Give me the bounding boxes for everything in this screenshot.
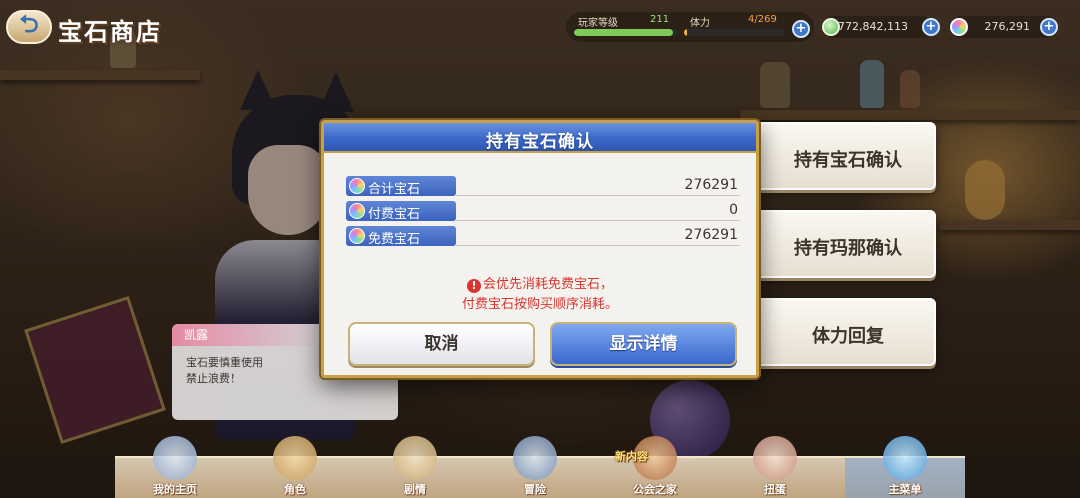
level-value: 211 xyxy=(650,14,670,25)
rainbow-gem-icon xyxy=(349,178,365,194)
check-mana-button[interactable]: 持有玛那确认 xyxy=(740,210,936,278)
nav-label: 冒险 xyxy=(524,483,546,496)
nav-character[interactable]: 角色 xyxy=(235,436,355,498)
player-stats-panel: 玩家等级 211 体力 4/269 xyxy=(566,12,814,42)
dialog-header: 持有宝石确认 xyxy=(324,123,756,153)
check-gems-button[interactable]: 持有宝石确认 xyxy=(740,122,936,190)
gacha-icon xyxy=(753,436,797,480)
gem-row-label: 合计宝石 xyxy=(368,182,421,197)
warning-line: 付费宝石按购买顺序消耗。 xyxy=(324,293,756,312)
nav-label: 公会之家 xyxy=(633,483,677,496)
back-button[interactable]: ⮌ xyxy=(6,10,52,44)
gem-row-label-box: 合计宝石 xyxy=(346,176,456,197)
total-gems-row: 合计宝石 276291 xyxy=(346,176,740,197)
warning-text: 付费宝石按购买顺序消耗。 xyxy=(461,297,618,312)
divider xyxy=(456,195,740,196)
nav-home[interactable]: 我的主页 xyxy=(115,436,235,498)
rainbow-gem-icon xyxy=(349,203,365,219)
stamina-progress-bar xyxy=(684,29,784,36)
show-details-button[interactable]: 显示详情 xyxy=(550,322,737,366)
dialog-title: 持有宝石确认 xyxy=(486,132,594,152)
page-title: 宝石商店 xyxy=(58,18,162,46)
side-menu-label: 持有玛那确认 xyxy=(794,238,902,259)
level-label: 玩家等级 xyxy=(578,18,618,29)
gem-row-value: 0 xyxy=(729,202,738,218)
stamina-value: 4/269 xyxy=(748,14,777,25)
gem-row-label: 付费宝石 xyxy=(368,207,421,222)
nav-label: 角色 xyxy=(284,483,306,496)
stamina-plus-button[interactable]: + xyxy=(792,20,810,38)
divider xyxy=(456,245,740,246)
divider xyxy=(456,220,740,221)
nav-label: 剧情 xyxy=(404,483,426,496)
stamina-recovery-button[interactable]: 体力回复 xyxy=(740,298,936,366)
speech-line: 禁止浪费！ xyxy=(186,372,241,385)
gem-confirm-dialog: 持有宝石确认 合计宝石 276291 付费宝石 0 免费宝石 276291 ! 会… xyxy=(321,120,759,378)
warning-text: 会优先消耗免费宝石， xyxy=(482,277,613,292)
nav-adventure[interactable]: 冒险 xyxy=(475,436,595,498)
gem-row-value: 276291 xyxy=(684,177,738,193)
nav-label: 我的主页 xyxy=(153,483,197,496)
bottom-navigation: 我的主页 角色 剧情 冒险 新内容 公会之家 扭蛋 主菜单 xyxy=(115,436,965,498)
rainbow-gem-icon xyxy=(349,228,365,244)
level-progress-bar xyxy=(574,29,678,36)
cancel-label: 取消 xyxy=(424,334,459,354)
speech-line: 宝石要慎重使用 xyxy=(186,356,263,369)
nav-gacha[interactable]: 扭蛋 xyxy=(715,436,835,498)
gem-row-label: 免费宝石 xyxy=(368,232,421,247)
nav-story[interactable]: 剧情 xyxy=(355,436,475,498)
nav-guild-house[interactable]: 新内容 公会之家 xyxy=(595,436,715,498)
side-menu-label: 体力回复 xyxy=(812,326,884,347)
adventure-sword-icon xyxy=(513,436,557,480)
warning-line: ! 会优先消耗免费宝石， xyxy=(324,273,756,293)
stamina-label: 体力 xyxy=(690,18,710,29)
character-icon xyxy=(273,436,317,480)
gem-plus-button[interactable]: + xyxy=(1040,18,1058,36)
gem-row-value: 276291 xyxy=(684,227,738,243)
side-menu-label: 持有宝石确认 xyxy=(794,150,902,171)
gem-value: 276,291 xyxy=(984,20,1031,33)
rainbow-gem-icon xyxy=(950,18,968,36)
speaker-name: 凯露 xyxy=(172,324,322,346)
show-details-label: 显示详情 xyxy=(609,334,678,354)
back-arrow-icon: ⮌ xyxy=(19,9,39,38)
main-menu-icon xyxy=(883,436,927,480)
paid-gems-row: 付费宝石 0 xyxy=(346,201,740,222)
mana-plus-button[interactable]: + xyxy=(922,18,940,36)
story-scroll-icon xyxy=(393,436,437,480)
gem-row-label-box: 免费宝石 xyxy=(346,226,456,247)
free-gems-row: 免费宝石 276291 xyxy=(346,226,740,247)
nav-label: 主菜单 xyxy=(888,483,922,496)
mana-coin-icon xyxy=(822,18,840,36)
cancel-button[interactable]: 取消 xyxy=(348,322,535,366)
nav-main-menu[interactable]: 主菜单 xyxy=(845,436,965,498)
gem-row-label-box: 付费宝石 xyxy=(346,201,456,222)
nav-label: 扭蛋 xyxy=(764,483,786,496)
home-icon xyxy=(153,436,197,480)
mana-value: 772,842,113 xyxy=(838,20,908,33)
new-content-badge: 新内容 xyxy=(615,450,648,463)
exclamation-icon: ! xyxy=(466,279,481,293)
